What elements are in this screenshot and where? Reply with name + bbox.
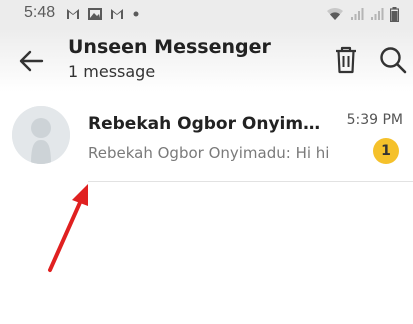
message-time: 5:39 PM bbox=[346, 112, 403, 128]
status-bar: 5:48 bbox=[0, 0, 413, 28]
gmail-icon bbox=[67, 9, 79, 19]
dot-icon bbox=[133, 11, 139, 17]
gmail-icon bbox=[111, 9, 123, 19]
message-preview: Rebekah Ogbor Onyimadu: Hi hi bbox=[88, 144, 330, 162]
person-placeholder-icon bbox=[12, 106, 70, 164]
message-count: 1 message bbox=[68, 62, 156, 81]
status-time: 5:48 bbox=[24, 4, 56, 21]
divider bbox=[88, 181, 413, 182]
search-icon[interactable] bbox=[379, 46, 407, 74]
avatar bbox=[12, 106, 70, 164]
signal-icon bbox=[351, 8, 364, 20]
battery-icon bbox=[390, 6, 399, 22]
image-icon bbox=[88, 8, 102, 20]
wifi-icon bbox=[327, 7, 343, 20]
back-arrow-icon[interactable] bbox=[18, 50, 44, 72]
signal-icon bbox=[371, 8, 384, 20]
contact-name: Rebekah Ogbor Onyim… bbox=[88, 114, 321, 134]
unread-badge: 1 bbox=[373, 138, 399, 164]
notification-icons bbox=[66, 7, 140, 21]
system-status-icons bbox=[326, 6, 399, 22]
red-arrow-annotation bbox=[48, 184, 88, 272]
conversation-item[interactable]: Rebekah Ogbor Onyim… Rebekah Ogbor Onyim… bbox=[0, 98, 413, 182]
page-title: Unseen Messenger bbox=[68, 36, 271, 58]
trash-icon[interactable] bbox=[334, 46, 358, 74]
app-bar: Unseen Messenger 1 message bbox=[0, 28, 413, 92]
